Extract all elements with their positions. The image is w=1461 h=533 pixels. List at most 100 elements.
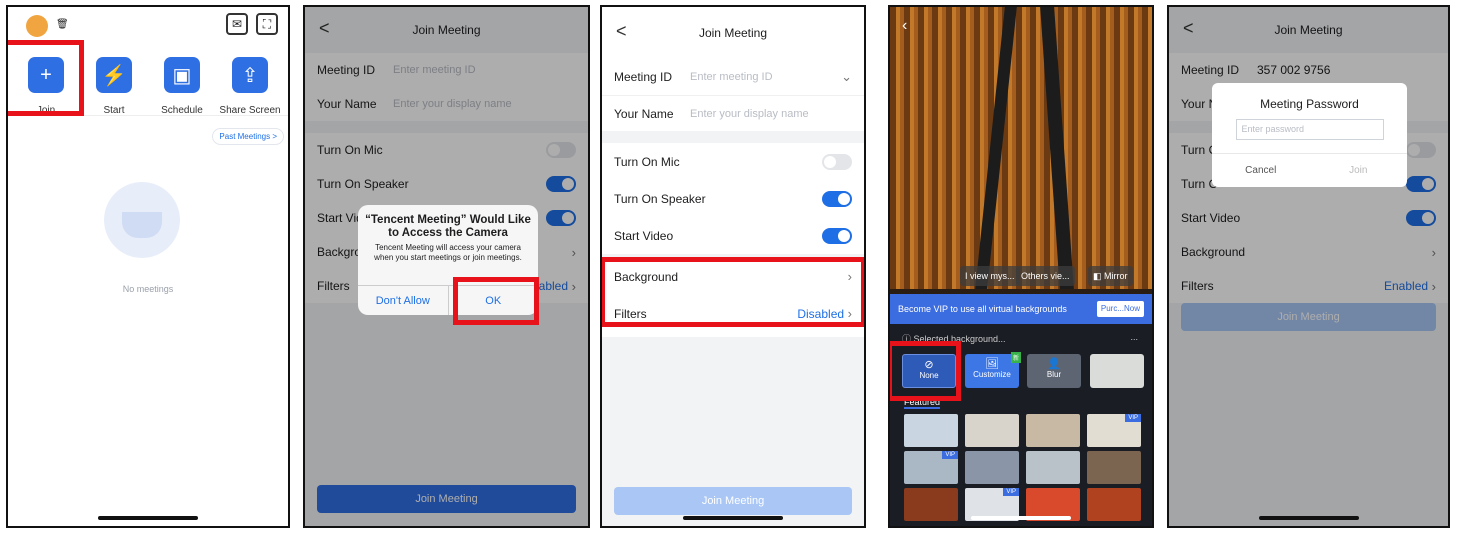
vip-banner-text: Become VIP to use all virtual background… [898,304,1067,314]
join-meeting-button[interactable]: Join Meeting [614,487,852,515]
password-input[interactable]: Enter password [1235,119,1384,140]
mic-row: Turn On Mic [602,143,864,180]
none-label: None [919,371,939,380]
speaker-row: Turn On Speaker [602,180,864,217]
background-thumb[interactable] [904,414,958,447]
background-thumb[interactable] [1087,488,1141,521]
mic-label: Turn On Mic [614,154,680,169]
customize-label: Customize [973,370,1011,379]
background-thumb[interactable] [1087,451,1141,484]
trash-icon[interactable]: 🗑 [56,19,69,30]
past-meetings-button[interactable]: Past Meetings > [212,128,284,145]
avatar[interactable] [26,15,48,37]
meeting-id-input[interactable]: Enter meeting ID [690,71,841,83]
others-view-button[interactable]: Others vie... [1016,266,1075,286]
background-thumb[interactable] [904,488,958,521]
new-badge: 新 [1010,352,1021,363]
ok-button[interactable]: OK [449,286,539,315]
filters-label: Filters [614,306,647,321]
alert-title: “Tencent Meeting” Would Like to Access t… [365,214,531,239]
background-row[interactable]: Background › [602,258,864,295]
camera-permission-alert: “Tencent Meeting” Would Like to Access t… [358,205,538,315]
filters-row[interactable]: Filters Disabled › [602,295,864,332]
background-thumb[interactable] [1026,414,1080,447]
video-toggle[interactable] [822,227,852,244]
divider [8,115,288,116]
background-thumb[interactable] [965,451,1019,484]
password-dialog-buttons: Cancel Join [1212,153,1407,187]
home-top-bar: 🗑 ✉ ⛶ [8,7,288,47]
background-blur[interactable]: 👤 Blur [1027,354,1081,388]
background-picker-screen: ‹ I view mys... Others vie... ◧ Mirror B… [888,5,1154,528]
background-customize[interactable]: 🖼 Customize 新 [965,352,1021,388]
password-dialog: Meeting Password Enter password Cancel J… [1212,83,1407,187]
back-icon[interactable]: < [616,21,627,42]
more-icon[interactable]: ... [1130,332,1138,342]
home-indicator [683,516,783,520]
background-none[interactable]: ⊘ None [902,354,956,388]
share-screen-icon: ⇪ [232,57,268,93]
start-tile[interactable]: ⚡ Start [82,57,146,116]
home-screen: 🗑 ✉ ⛶ + Join ⚡ Start ▣ Schedule ⇪ Share Scre… [6,5,290,528]
password-dialog-title: Meeting Password [1260,97,1359,111]
cancel-button[interactable]: Cancel [1212,154,1310,187]
action-tiles: + Join ⚡ Start ▣ Schedule ⇪ Share Screen [8,47,288,116]
empty-cup-icon [104,182,180,258]
none-icon: ⊘ [924,359,934,371]
filters-status: Disabled [797,306,845,321]
dont-allow-button[interactable]: Don't Allow [358,286,449,315]
video-label: Start Video [614,228,674,243]
page-title: Join Meeting [698,26,768,40]
inbox-icon[interactable]: ✉ [226,13,248,35]
spacer [602,131,864,143]
alert-body: Tencent Meeting will access your camera … [374,243,522,262]
background-room[interactable] [1090,354,1144,388]
plus-icon: + [28,57,64,93]
vip-banner: Become VIP to use all virtual background… [890,294,1152,324]
background-thumb[interactable] [1026,451,1080,484]
home-indicator [1258,516,1359,520]
name-label: Your Name [614,106,674,121]
home-indicator [98,516,198,520]
background-thumb[interactable]: VIP [904,451,958,484]
vip-badge: VIP [942,451,958,459]
scan-icon[interactable]: ⛶ [256,13,278,35]
back-icon[interactable]: ‹ [902,17,907,35]
view-mine-button[interactable]: I view mys... [960,266,1020,286]
speaker-label: Turn On Speaker [614,191,706,206]
chevron-down-icon[interactable]: ⌄ [841,69,852,85]
blur-icon: 👤 [1047,358,1061,370]
meeting-password-screen: < Join Meeting Meeting ID 357 002 9756 You… [1167,5,1450,528]
alert-buttons: Don't Allow OK [358,285,538,315]
mirror-icon: ◧ [1093,271,1102,281]
home-indicator [971,516,1071,520]
vip-badge: VIP [1003,488,1019,496]
meeting-id-label: Meeting ID [614,70,673,84]
name-row[interactable]: Your Name Enter your display name [602,95,864,131]
join-screen-camera-alert: < Join Meeting Meeting ID Enter meeting ID… [303,5,590,528]
join-button[interactable]: Join [1310,154,1408,187]
purchase-button[interactable]: Purc...Now [1096,301,1144,317]
schedule-tile[interactable]: ▣ Schedule [150,57,214,116]
chevron-right-icon: › [847,269,852,284]
vip-badge: VIP [1125,414,1141,422]
camera-preview [890,7,1152,289]
mic-toggle[interactable] [822,153,852,170]
background-label: Background [614,269,679,284]
lightning-icon: ⚡ [96,57,132,93]
nav-header: < Join Meeting [602,7,864,59]
featured-tab[interactable]: Featured [904,397,941,409]
speaker-toggle[interactable] [822,190,852,207]
join-tile[interactable]: + Join [14,57,78,116]
mirror-button[interactable]: ◧ Mirror [1088,266,1133,286]
background-thumb[interactable]: VIP [1087,414,1141,447]
calendar-icon: ▣ [164,57,200,93]
mirror-label: Mirror [1104,271,1128,281]
meeting-id-row[interactable]: Meeting ID Enter meeting ID ⌄ [602,59,864,95]
share-screen-tile[interactable]: ⇪ Share Screen [218,57,282,116]
name-input[interactable]: Enter your display name [690,108,809,120]
selected-background-label: ⓘ Selected background... [902,334,1006,344]
video-row: Start Video [602,217,864,254]
background-thumb[interactable] [965,414,1019,447]
chevron-right-icon: › [844,306,852,321]
